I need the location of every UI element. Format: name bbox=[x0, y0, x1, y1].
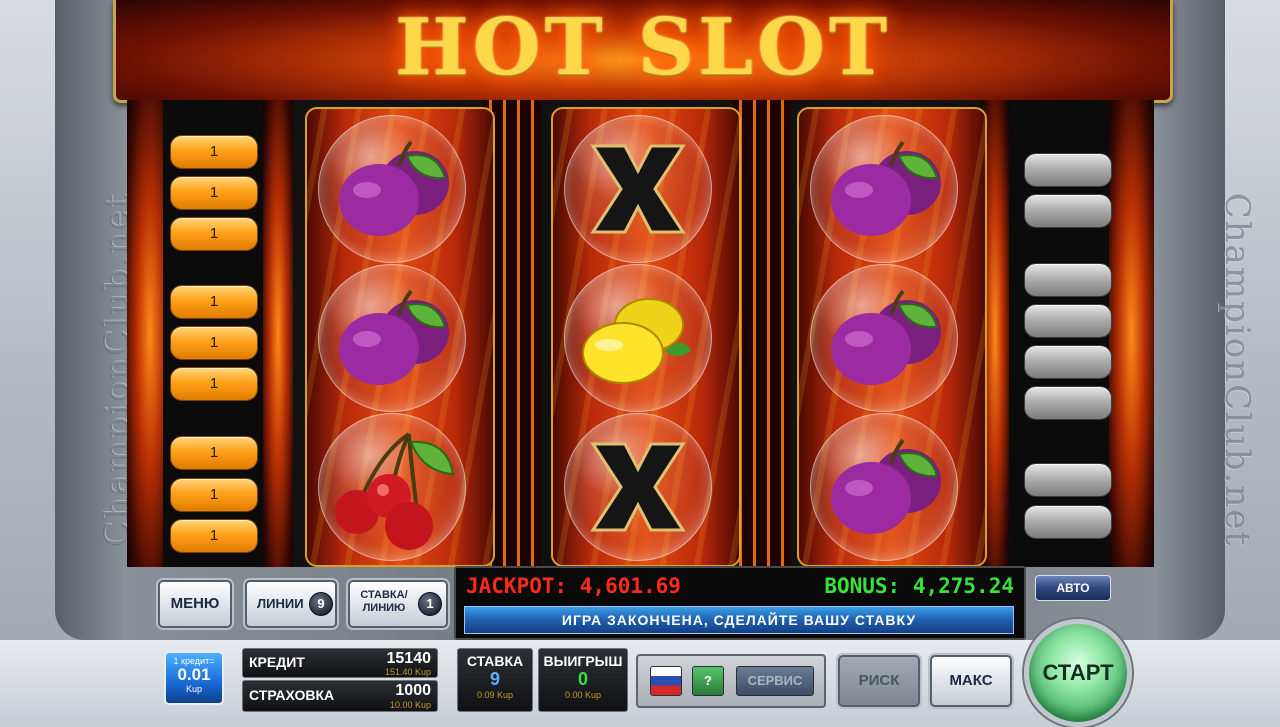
line-button-left[interactable]: 1 bbox=[170, 176, 258, 210]
line-button-left[interactable]: 1 bbox=[170, 217, 258, 251]
service-button[interactable]: СЕРВИС bbox=[736, 666, 814, 696]
reel-area bbox=[127, 100, 1154, 567]
x-icon bbox=[564, 413, 712, 561]
risk-button[interactable]: РИСК bbox=[838, 655, 920, 707]
bet-per-line-button[interactable]: СТАВКА/ ЛИНИЮ 1 bbox=[348, 580, 448, 628]
line-button-right[interactable] bbox=[1024, 194, 1112, 228]
watermark-right: ChampionClub.net bbox=[1217, 192, 1258, 548]
status-message: ИГРА ЗАКОНЧЕНА, СДЕЛАЙТЕ ВАШУ СТАВКУ bbox=[464, 606, 1014, 634]
plum-svg bbox=[339, 289, 449, 385]
auto-button[interactable]: АВТО bbox=[1035, 575, 1111, 601]
denom-value: 0.01 bbox=[177, 665, 211, 684]
stake-display: СТАВКА 9 0.09 Kup bbox=[457, 648, 533, 712]
denomination-indicator[interactable]: 1 кредит= 0.01 Kup bbox=[164, 651, 224, 705]
credit-value: 15140 bbox=[386, 650, 432, 667]
line-button-left[interactable]: 1 bbox=[170, 478, 258, 512]
stake-sub: 0.09 Kup bbox=[476, 690, 514, 700]
credit-display: КРЕДИТ 15140 151.40 Kup bbox=[242, 648, 438, 678]
line-button-right[interactable] bbox=[1024, 153, 1112, 187]
lemon-svg bbox=[582, 298, 691, 384]
reel-separator-2 bbox=[733, 100, 791, 567]
stake-value: 9 bbox=[489, 669, 500, 689]
bet-per-line-value: 1 bbox=[418, 592, 442, 616]
line-button-right[interactable] bbox=[1024, 505, 1112, 539]
fire-decoration-right bbox=[1109, 100, 1154, 567]
reel-1 bbox=[305, 107, 495, 567]
win-label: ВЫИГРЫШ bbox=[543, 653, 623, 669]
lemon-icon bbox=[564, 264, 712, 412]
win-sub: 0.00 Kup bbox=[564, 690, 602, 700]
fire-decoration-left-inner bbox=[263, 100, 293, 567]
plum-icon bbox=[810, 115, 958, 263]
credit-sub: 151.40 Kup bbox=[384, 667, 431, 677]
line-button-right[interactable] bbox=[1024, 304, 1112, 338]
line-button-right[interactable] bbox=[1024, 463, 1112, 497]
credit-label: КРЕДИТ bbox=[249, 654, 305, 670]
title-banner: HOT SLOT bbox=[113, 0, 1173, 103]
plum-icon bbox=[318, 264, 466, 412]
line-button-left[interactable]: 1 bbox=[170, 519, 258, 553]
game-title: HOT SLOT bbox=[394, 2, 891, 93]
x-svg bbox=[590, 144, 686, 234]
jackpot-text: JACKPOT: 4,601.69 bbox=[466, 574, 681, 598]
lines-button[interactable]: ЛИНИИ 9 bbox=[245, 580, 337, 628]
plum-svg bbox=[831, 289, 941, 385]
bet-label-line-1: СТАВКА/ bbox=[360, 589, 408, 601]
menu-button[interactable]: МЕНЮ bbox=[158, 580, 232, 628]
line-button-left[interactable]: 1 bbox=[170, 367, 258, 401]
win-value: 0 bbox=[577, 669, 588, 689]
x-icon bbox=[564, 115, 712, 263]
bet-label-line-2: ЛИНИЮ bbox=[362, 602, 406, 614]
cherry-svg bbox=[335, 432, 455, 550]
plum-svg bbox=[831, 438, 941, 534]
denom-unit: Kup bbox=[185, 684, 202, 694]
cherry-icon bbox=[318, 413, 466, 561]
plum-svg bbox=[339, 140, 449, 236]
lines-value: 9 bbox=[309, 592, 333, 616]
reel-3 bbox=[797, 107, 987, 567]
plum-icon bbox=[318, 115, 466, 263]
plum-icon bbox=[810, 413, 958, 561]
insurance-display: СТРАХОВКА 1000 10.00 Kup bbox=[242, 680, 438, 712]
line-button-right[interactable] bbox=[1024, 263, 1112, 297]
help-button[interactable]: ? bbox=[692, 666, 724, 696]
x-svg bbox=[590, 442, 686, 532]
line-button-left[interactable]: 1 bbox=[170, 285, 258, 319]
bonus-text: BONUS: 4,275.24 bbox=[824, 574, 1014, 598]
insurance-value: 1000 bbox=[395, 682, 431, 699]
line-button-right[interactable] bbox=[1024, 386, 1112, 420]
line-button-right[interactable] bbox=[1024, 345, 1112, 379]
stake-label: СТАВКА bbox=[466, 653, 524, 669]
bet-per-line-label: СТАВКА/ ЛИНИЮ bbox=[360, 589, 408, 615]
insurance-sub: 10.00 Kup bbox=[389, 700, 431, 710]
plum-icon bbox=[810, 264, 958, 412]
line-button-left[interactable]: 1 bbox=[170, 436, 258, 470]
service-panel: ? СЕРВИС bbox=[636, 654, 826, 708]
lines-label: ЛИНИИ bbox=[257, 596, 304, 611]
reel-2 bbox=[551, 107, 741, 567]
plum-svg bbox=[831, 140, 941, 236]
jackpot-panel: JACKPOT: 4,601.69 BONUS: 4,275.24 ИГРА З… bbox=[454, 566, 1026, 640]
line-button-left[interactable]: 1 bbox=[170, 326, 258, 360]
language-flag-icon[interactable] bbox=[650, 666, 682, 696]
max-bet-button[interactable]: МАКС bbox=[930, 655, 1012, 707]
insurance-label: СТРАХОВКА bbox=[249, 687, 335, 703]
line-button-left[interactable]: 1 bbox=[170, 135, 258, 169]
start-button[interactable]: СТАРТ bbox=[1024, 619, 1132, 727]
win-display: ВЫИГРЫШ 0 0.00 Kup bbox=[538, 648, 628, 712]
